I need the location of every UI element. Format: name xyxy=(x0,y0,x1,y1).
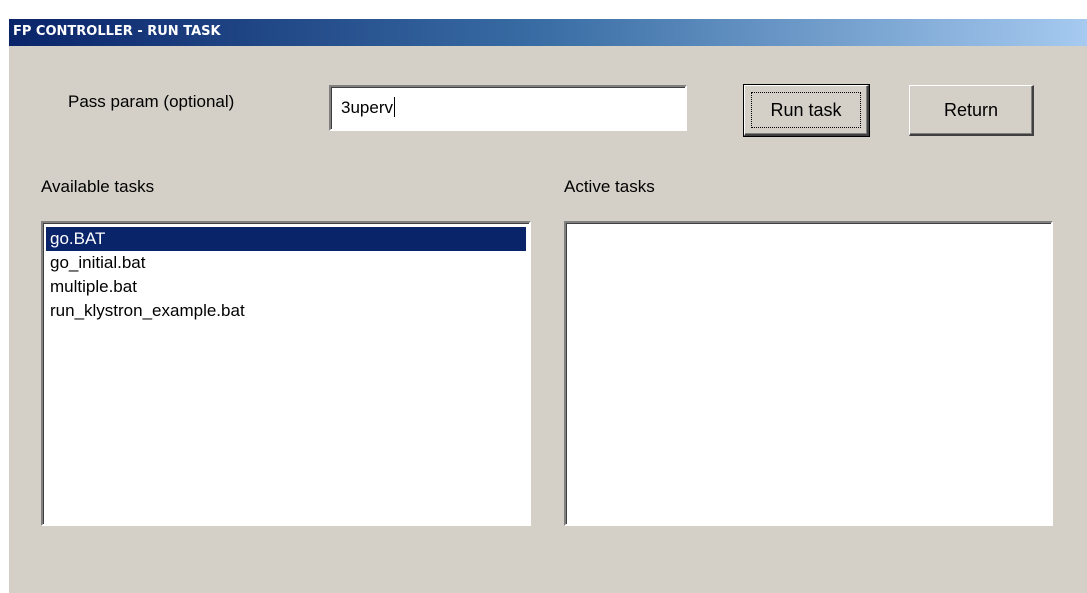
run-task-label: Run task xyxy=(770,100,842,120)
available-tasks-items: go.BAT go_initial.bat multiple.bat run_k… xyxy=(43,223,529,323)
list-item[interactable]: go.BAT xyxy=(46,227,526,251)
available-tasks-label: Available tasks xyxy=(41,177,155,196)
run-task-button[interactable]: Run task xyxy=(743,84,870,137)
text-caret xyxy=(393,97,395,117)
list-item[interactable]: multiple.bat xyxy=(46,275,526,299)
active-tasks-label: Active tasks xyxy=(564,177,655,196)
return-label: Return xyxy=(943,100,999,120)
active-tasks-list[interactable] xyxy=(564,221,1053,526)
list-item[interactable]: run_klystron_example.bat xyxy=(46,299,526,323)
pass-param-value: 3uperv xyxy=(341,98,393,117)
window-title: FP CONTROLLER - RUN TASK xyxy=(13,24,221,39)
run-task-window: FP CONTROLLER - RUN TASK Pass param (opt… xyxy=(8,18,1087,593)
active-tasks-items xyxy=(566,223,1051,227)
available-tasks-list[interactable]: go.BAT go_initial.bat multiple.bat run_k… xyxy=(41,221,531,526)
pass-param-input[interactable]: 3uperv xyxy=(329,85,687,131)
list-item[interactable]: go_initial.bat xyxy=(46,251,526,275)
param-label: Pass param (optional) xyxy=(68,92,235,111)
title-bar[interactable]: FP CONTROLLER - RUN TASK xyxy=(9,19,1087,46)
return-button[interactable]: Return xyxy=(909,85,1034,136)
